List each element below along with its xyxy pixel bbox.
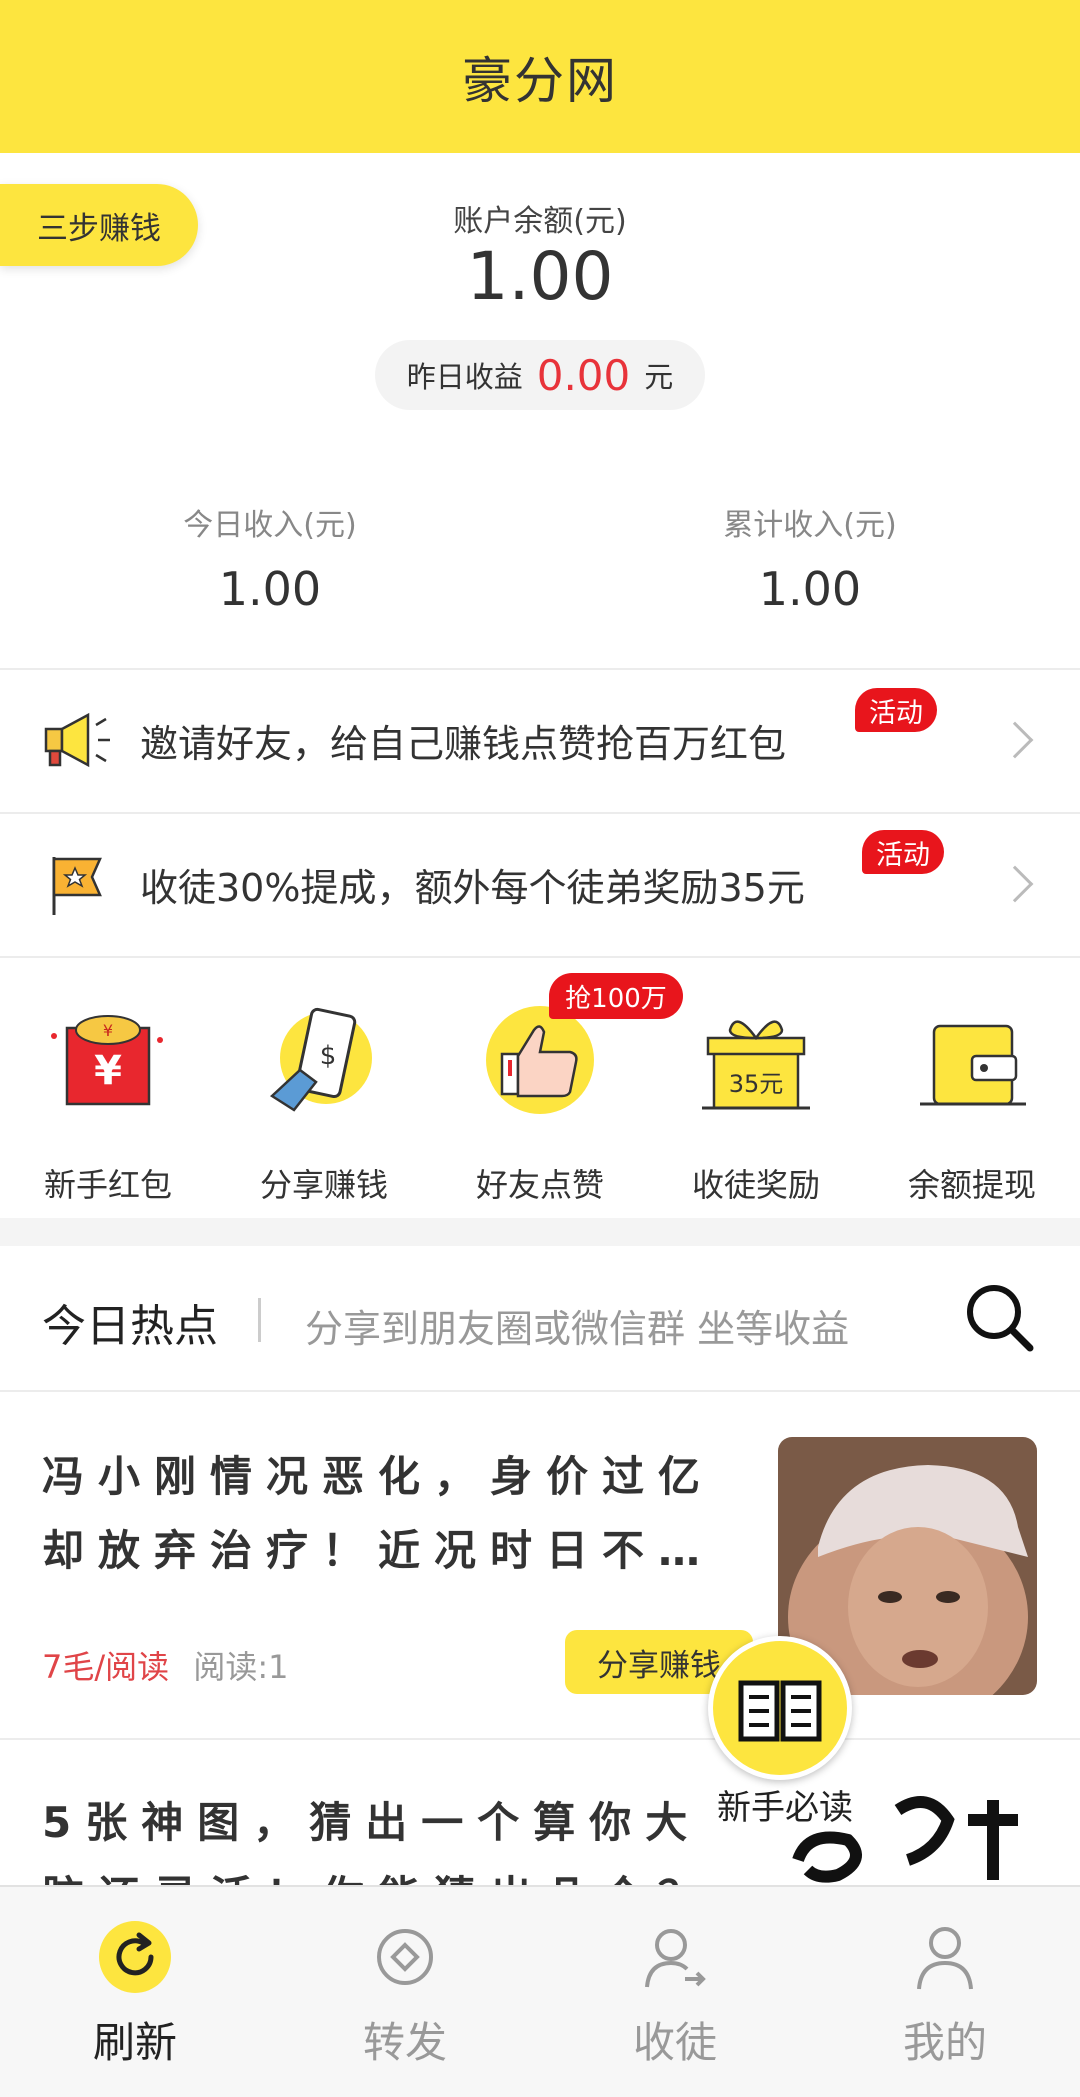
red-envelope-icon: ¥ ¥	[48, 1000, 168, 1120]
yesterday-value: 0.00	[536, 350, 631, 400]
article-title[interactable]: 5张神图，猜出一个算你大脑还灵活！你能猜出几个？	[42, 1786, 742, 1886]
balance-value: 1.00	[466, 238, 614, 315]
promo-apprentice-text: 收徒30%提成，额外每个徒弟奖励35元	[140, 865, 805, 910]
refresh-icon	[95, 1917, 175, 1997]
app-screen: 豪分网 三步赚钱 账户余额(元) 1.00 昨日收益 0.00 元 今日收入(元…	[0, 0, 1080, 2097]
feature-label: 好友点赞	[475, 1166, 604, 1204]
promo-invite-text: 邀请好友，给自己赚钱点赞抢百万红包	[140, 721, 787, 766]
total-income-value: 1.00	[758, 562, 862, 616]
divider	[0, 1738, 1080, 1740]
nav-label: 我的	[902, 2018, 987, 2067]
nav-label: 转发	[362, 2018, 447, 2067]
yesterday-unit: 元	[644, 360, 674, 394]
yesterday-label: 昨日收益	[406, 360, 523, 394]
book-icon	[738, 1680, 822, 1742]
search-icon[interactable]	[962, 1280, 1036, 1354]
profile-icon	[905, 1917, 985, 1997]
nav-refresh[interactable]: 刷新	[0, 1887, 270, 2097]
total-income-label: 累计收入(元)	[723, 508, 897, 543]
promo-apprentice-row[interactable]: 收徒30%提成，额外每个徒弟奖励35元 活动	[0, 814, 1080, 954]
newbie-guide-label[interactable]: 新手必读	[700, 1780, 870, 1829]
feature-share-earn[interactable]: $ 分享赚钱	[216, 990, 432, 1220]
bottom-nav: 刷新 转发 收徒 我的	[0, 1885, 1080, 2097]
total-income: 累计收入(元) 1.00	[660, 500, 960, 616]
app-title: 豪分网	[462, 51, 618, 110]
svg-text:¥: ¥	[94, 1048, 122, 1094]
gift-box-icon: 35元	[696, 1000, 816, 1120]
article-price: 7毛/阅读	[42, 1648, 170, 1686]
feature-newbie-red-envelope[interactable]: ¥ ¥ 新手红包	[0, 990, 216, 1220]
feature-friend-like[interactable]: 好友点赞	[432, 990, 648, 1220]
hot-separator	[258, 1298, 261, 1342]
gift-value-text: 35元	[729, 1070, 784, 1098]
svg-text:¥: ¥	[103, 1021, 113, 1040]
article-title[interactable]: 冯小刚情况恶化，身价过亿却放弃治疗！近况时日不…	[42, 1440, 742, 1590]
balance-label: 账户余额(元)	[453, 204, 627, 239]
nav-forward[interactable]: 转发	[270, 1887, 540, 2097]
wallet-icon	[912, 1000, 1032, 1120]
yesterday-earnings-pill: 昨日收益 0.00 元	[375, 340, 705, 410]
forward-icon	[365, 1917, 445, 1997]
flag-icon	[42, 851, 118, 917]
activity-badge: 活动	[862, 830, 944, 874]
apprentice-icon	[635, 1917, 715, 1997]
article-meta: 7毛/阅读 阅读:1	[42, 1642, 288, 1688]
phone-share-icon: $	[264, 1000, 384, 1120]
chevron-right-icon	[996, 721, 1034, 759]
today-income: 今日收入(元) 1.00	[120, 500, 420, 616]
today-income-value: 1.00	[218, 562, 322, 616]
nav-mine[interactable]: 我的	[810, 1887, 1080, 2097]
megaphone-icon	[42, 707, 118, 773]
activity-badge: 活动	[855, 688, 937, 732]
newbie-guide-button[interactable]	[708, 1636, 852, 1780]
svg-text:$: $	[320, 1041, 337, 1071]
divider	[0, 1390, 1080, 1392]
grab-million-badge: 抢100万	[549, 973, 683, 1019]
nav-label: 收徒	[632, 2018, 717, 2067]
feature-apprentice-reward[interactable]: 35元 收徒奖励	[648, 990, 864, 1220]
divider	[0, 956, 1080, 958]
nav-label: 刷新	[92, 2018, 177, 2067]
top-header: 豪分网	[0, 0, 1080, 153]
feature-withdraw[interactable]: 余额提现	[864, 990, 1080, 1220]
nav-apprentice[interactable]: 收徒	[540, 1887, 810, 2097]
article-reads: 阅读:1	[193, 1648, 289, 1686]
hot-hint: 分享到朋友圈或微信群 坐等收益	[305, 1307, 850, 1351]
today-income-label: 今日收入(元)	[183, 508, 357, 543]
promo-invite-row[interactable]: 邀请好友，给自己赚钱点赞抢百万红包 活动	[0, 670, 1080, 810]
hot-title: 今日热点	[42, 1301, 218, 1352]
feature-label: 新手红包	[43, 1166, 172, 1204]
feature-label: 分享赚钱	[259, 1166, 388, 1204]
feature-label: 收徒奖励	[691, 1166, 820, 1204]
feature-label: 余额提现	[907, 1166, 1036, 1204]
section-gap	[0, 1218, 1080, 1246]
chevron-right-icon	[996, 865, 1034, 903]
